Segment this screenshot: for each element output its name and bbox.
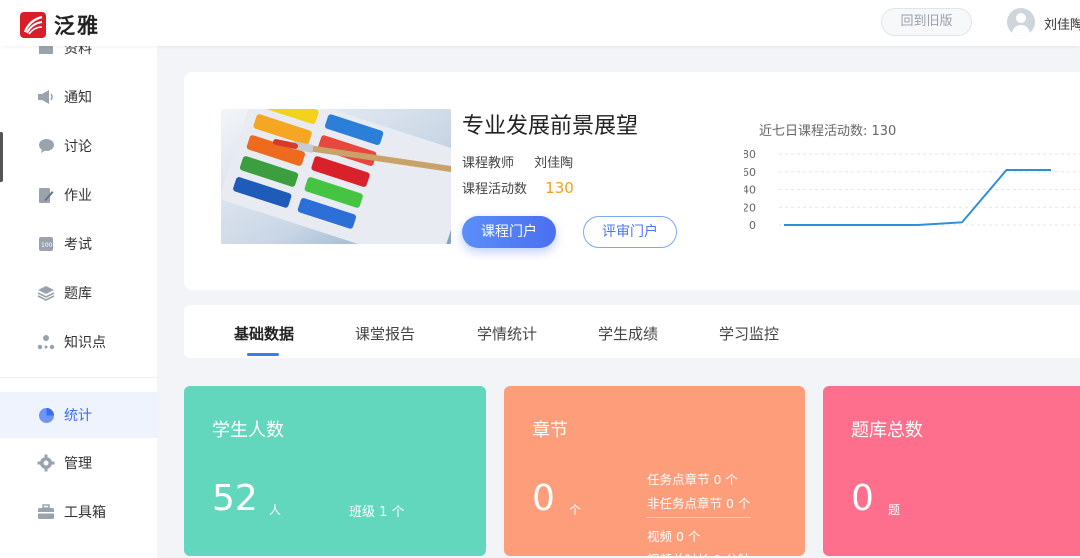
sidebar-item-label: 作业 [64, 188, 92, 204]
teacher-label: 课程教师 [462, 156, 515, 171]
active-tab-indicator [247, 353, 279, 356]
chat-bubble-icon [37, 137, 55, 155]
y-tick-label: 40 [744, 184, 756, 197]
sidebar-item-knowledge-points[interactable]: 知识点 [0, 322, 157, 362]
card-title: 学生人数 [212, 420, 284, 441]
sidebar-item-statistics[interactable]: 统计 [0, 392, 157, 438]
chapter-divider [647, 517, 751, 518]
tab-student-grades[interactable]: 学生成绩 [598, 323, 658, 344]
sidebar-item-homework[interactable]: 作业 [0, 175, 157, 215]
sidebar-item-label: 知识点 [64, 335, 106, 351]
tab-class-report[interactable]: 课堂报告 [355, 323, 415, 344]
sidebar-item-label: 工具箱 [64, 505, 106, 521]
toolbox-icon [37, 503, 55, 521]
y-tick-label: 20 [744, 201, 756, 214]
activity-label: 课程活动数 [462, 182, 528, 197]
sidebar-item-label: 统计 [64, 408, 92, 424]
activity-line-chart: 0 20 40 60 80 [744, 148, 1080, 232]
layers-icon [37, 284, 55, 302]
activity-chart-title: 近七日课程活动数: 130 [759, 124, 897, 139]
activity-count: 130 [545, 179, 574, 197]
video-duration: 视频总时长 0 分钟 [647, 549, 750, 558]
gear-icon [37, 454, 55, 472]
username[interactable]: 刘佳陶 [1044, 14, 1080, 33]
task-chapters: 任务点章节 0 个 [647, 472, 738, 487]
y-tick-label: 60 [744, 166, 756, 179]
activity-series-line [784, 168, 1051, 226]
course-cover-image[interactable] [221, 109, 451, 244]
user-avatar[interactable] [1007, 8, 1035, 36]
card-title: 章节 [532, 420, 568, 441]
class-count: 班级 1 个 [349, 505, 405, 520]
course-portal-button[interactable]: 课程门户 [462, 216, 556, 248]
sidebar: 资料 通知 讨论 作业 100 考试 题库 知识点 统计 管理 工具箱 [0, 41, 157, 558]
question-count: 0 [851, 478, 874, 519]
course-info-card: 专业发展前景展望 课程教师 刘佳陶 课程活动数 130 课程门户 评审门户 近七… [184, 72, 1080, 290]
course-activity-row: 课程活动数 130 [462, 178, 574, 197]
sidebar-item-manage[interactable]: 管理 [0, 443, 157, 483]
tab-learning-stats[interactable]: 学情统计 [477, 323, 537, 344]
logo-text: 泛雅 [54, 14, 100, 38]
svg-text:100: 100 [41, 242, 53, 249]
sidebar-item-label: 考试 [64, 237, 92, 253]
sidebar-divider [0, 377, 157, 378]
exam-paper-icon: 100 [37, 235, 55, 253]
sidebar-item-label: 管理 [64, 456, 92, 472]
question-unit: 题 [888, 503, 901, 517]
non-task-chapters: 非任务点章节 0 个 [647, 496, 751, 511]
course-title: 专业发展前景展望 [462, 114, 639, 139]
chapter-unit: 个 [569, 503, 582, 517]
tab-basic-data[interactable]: 基础数据 [234, 323, 294, 344]
knowledge-nodes-icon [37, 333, 55, 351]
teacher-name: 刘佳陶 [534, 156, 574, 171]
student-unit: 人 [269, 503, 282, 517]
course-teacher-row: 课程教师 刘佳陶 [462, 152, 573, 171]
sidebar-item-toolbox[interactable]: 工具箱 [0, 492, 157, 532]
card-title: 题库总数 [851, 420, 923, 441]
sidebar-item-label: 题库 [64, 286, 92, 302]
sidebar-item-label: 讨论 [64, 139, 92, 155]
back-to-old-version-button[interactable]: 回到旧版 [881, 8, 972, 36]
review-portal-button[interactable]: 评审门户 [583, 216, 677, 248]
stats-tab-bar: 基础数据 课堂报告 学情统计 学生成绩 学习监控 [184, 305, 1080, 358]
y-tick-label: 0 [749, 219, 756, 232]
tab-learning-monitor[interactable]: 学习监控 [719, 323, 779, 344]
sidebar-item-label: 通知 [64, 90, 92, 106]
sidebar-item-discussion[interactable]: 讨论 [0, 126, 157, 166]
question-bank-stat-card[interactable]: 题库总数 0 题 [823, 386, 1080, 556]
students-stat-card[interactable]: 学生人数 52 人 班级 1 个 [184, 386, 486, 556]
fanya-logo-icon [20, 12, 46, 38]
sidebar-item-notice[interactable]: 通知 [0, 77, 157, 117]
pie-chart-icon [37, 406, 55, 424]
student-count: 52 [212, 478, 258, 519]
sidebar-item-question-bank[interactable]: 题库 [0, 273, 157, 313]
chapter-count: 0 [532, 478, 555, 519]
sidebar-item-exam[interactable]: 100 考试 [0, 224, 157, 264]
y-tick-label: 80 [744, 148, 756, 161]
video-count: 视频 0 个 [647, 529, 701, 544]
app-logo[interactable]: 泛雅 [20, 10, 100, 40]
chapters-stat-card[interactable]: 章节 0 个 任务点章节 0 个 非任务点章节 0 个 视频 0 个 视频总时长… [504, 386, 805, 558]
top-header: 泛雅 回到旧版 刘佳陶 [0, 0, 1080, 46]
megaphone-icon [37, 88, 55, 106]
edit-document-icon [37, 186, 55, 204]
